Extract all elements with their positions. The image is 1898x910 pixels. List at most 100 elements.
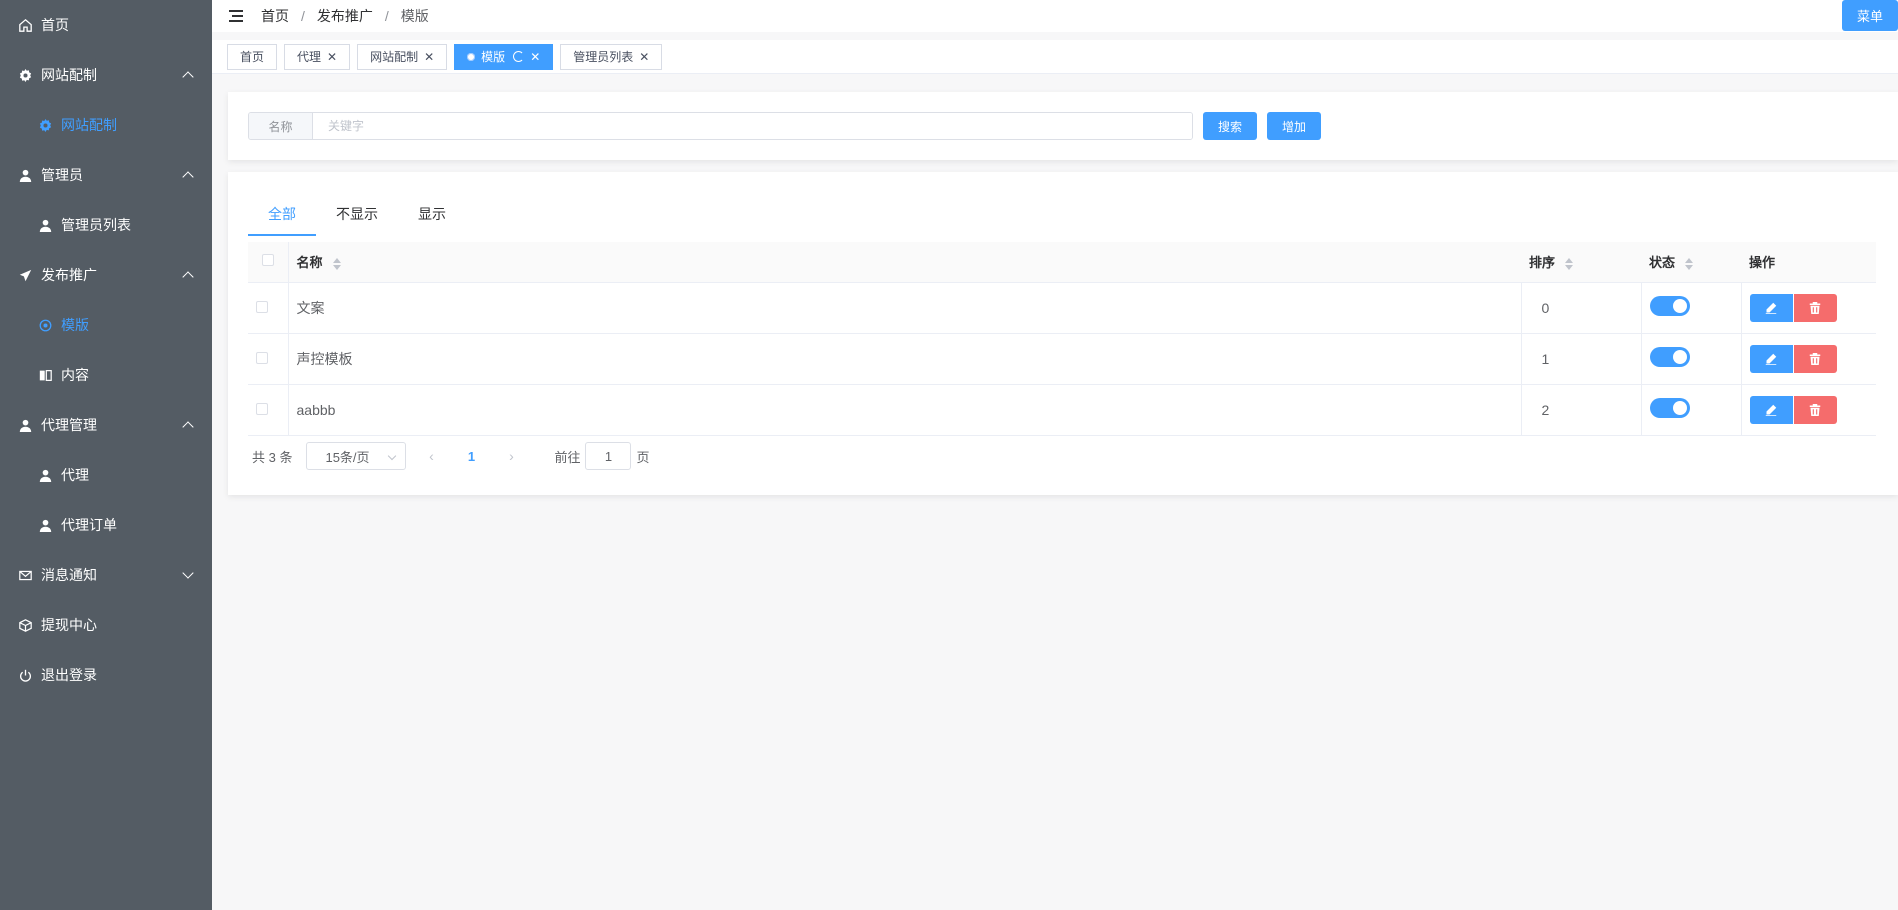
edit-button[interactable]	[1749, 344, 1793, 373]
row-checkbox[interactable]	[256, 351, 268, 364]
column-label: 名称	[296, 255, 323, 271]
breadcrumb-separator: /	[384, 8, 389, 24]
status-toggle[interactable]	[1649, 398, 1690, 418]
sidebar-item-label: 提现中心	[41, 617, 97, 633]
power-icon	[18, 668, 32, 682]
sort-icon[interactable]	[1565, 257, 1574, 270]
tag-admin-list[interactable]: 管理员列表 ✕	[560, 43, 663, 70]
prev-page-icon[interactable]: ‹	[416, 448, 446, 464]
edit-button[interactable]	[1749, 395, 1793, 424]
edit-button[interactable]	[1749, 293, 1793, 322]
sidebar-item-home[interactable]: 首页	[0, 0, 212, 50]
sidebar-group-promotion[interactable]: 发布推广	[0, 250, 212, 300]
hamburger-icon[interactable]	[229, 10, 243, 22]
refresh-icon[interactable]	[513, 51, 525, 62]
tag-home[interactable]: 首页	[227, 43, 278, 70]
tab-all[interactable]: 全部	[248, 194, 316, 236]
sidebar-item-agent[interactable]: 代理	[0, 450, 212, 500]
row-checkbox[interactable]	[256, 300, 268, 313]
chevron-up-icon	[182, 171, 194, 183]
page-size-select[interactable]: 15条/页	[306, 442, 407, 470]
sidebar-item-admin-list[interactable]: 管理员列表	[0, 200, 212, 250]
tag-template[interactable]: 模版 ✕	[454, 43, 554, 70]
pagination: 共 3 条 15条/页 ‹ 1 › 前往 页	[252, 442, 650, 470]
close-icon[interactable]: ✕	[639, 50, 649, 64]
table-panel: 全部 不显示 显示 名称 排序 状态 操作 文案 0 声控模板 1 aabbb …	[228, 172, 1898, 495]
sidebar-item-logout[interactable]: 退出登录	[0, 650, 212, 700]
tag-label: 网站配制	[370, 50, 419, 64]
goto-page-input[interactable]	[585, 442, 632, 470]
tab-visible[interactable]: 显示	[398, 194, 466, 234]
close-icon[interactable]: ✕	[424, 50, 434, 64]
breadcrumb-item-current: 模版	[400, 8, 429, 24]
column-header-status[interactable]: 状态	[1641, 242, 1741, 283]
mail-icon	[18, 568, 32, 582]
sort-icon[interactable]	[1685, 257, 1694, 270]
breadcrumb: 首页 / 发布推广 / 模版	[261, 6, 429, 26]
cell-sort: 0	[1521, 282, 1642, 334]
edit-icon	[1765, 302, 1777, 314]
cell-actions	[1741, 384, 1876, 436]
sort-icon[interactable]	[332, 257, 341, 270]
edit-icon	[1765, 404, 1777, 416]
sidebar-item-withdraw[interactable]: 提现中心	[0, 600, 212, 650]
total-count: 共 3 条	[252, 449, 293, 465]
page-suffix: 页	[636, 449, 650, 465]
gear-icon	[38, 118, 52, 132]
column-label: 排序	[1529, 255, 1556, 271]
breadcrumb-item[interactable]: 首页	[261, 6, 289, 26]
add-button[interactable]: 增加	[1267, 112, 1322, 140]
search-input[interactable]	[313, 113, 1192, 139]
sidebar-item-label: 管理员	[41, 167, 83, 183]
tag-site-config[interactable]: 网站配制 ✕	[357, 43, 448, 70]
sidebar-item-agent-orders[interactable]: 代理订单	[0, 500, 212, 550]
trash-icon	[1809, 352, 1821, 365]
sidebar-group-agent[interactable]: 代理管理	[0, 400, 212, 450]
close-icon[interactable]: ✕	[530, 50, 540, 64]
search-panel: 名称 搜索 增加	[228, 92, 1898, 160]
tag-label: 代理	[297, 50, 322, 64]
column-header-name[interactable]: 名称	[288, 242, 1521, 283]
cell-name: aabbb	[288, 384, 1522, 436]
chevron-up-icon	[182, 271, 194, 283]
page-number[interactable]: 1	[456, 449, 486, 464]
column-header-sort[interactable]: 排序	[1521, 242, 1641, 283]
next-page-icon[interactable]: ›	[496, 448, 526, 464]
cell-name: 文案	[288, 282, 1522, 334]
sidebar-group-site-config[interactable]: 网站配制	[0, 50, 212, 100]
close-icon[interactable]: ✕	[327, 50, 337, 64]
row-select-cell	[248, 384, 289, 436]
row-select-cell	[248, 282, 289, 334]
row-checkbox[interactable]	[256, 402, 268, 415]
tab-hidden[interactable]: 不显示	[316, 194, 398, 234]
select-all-checkbox[interactable]	[262, 254, 274, 267]
sidebar-item-template[interactable]: 模版	[0, 300, 212, 350]
data-table: 名称 排序 状态 操作 文案 0 声控模板 1 aabbb 2	[248, 242, 1876, 436]
sidebar-item-content[interactable]: 内容	[0, 350, 212, 400]
search-button[interactable]: 搜索	[1203, 112, 1258, 140]
delete-button[interactable]	[1793, 344, 1837, 373]
user-icon	[38, 468, 52, 482]
box-icon	[18, 618, 32, 632]
tag-agent[interactable]: 代理 ✕	[284, 43, 351, 70]
home-icon	[18, 18, 32, 32]
status-toggle[interactable]	[1649, 296, 1690, 316]
cell-status	[1641, 282, 1742, 334]
search-label: 名称	[249, 113, 313, 139]
sidebar-item-label: 发布推广	[41, 267, 97, 283]
delete-button[interactable]	[1793, 395, 1837, 424]
sidebar-item-label: 代理	[61, 467, 89, 483]
status-toggle[interactable]	[1649, 347, 1690, 367]
sidebar-item-site-config[interactable]: 网站配制	[0, 100, 212, 150]
cell-sort: 1	[1521, 333, 1642, 385]
table-row: 文案 0	[248, 282, 1876, 334]
delete-button[interactable]	[1793, 293, 1837, 322]
cell-name: 声控模板	[288, 333, 1522, 385]
edit-icon	[1765, 353, 1777, 365]
sidebar-group-notifications[interactable]: 消息通知	[0, 550, 212, 600]
sidebar-group-admin[interactable]: 管理员	[0, 150, 212, 200]
breadcrumb-item[interactable]: 发布推广	[317, 6, 373, 26]
chevron-up-icon	[182, 421, 194, 433]
menu-button[interactable]: 菜单	[1842, 0, 1898, 31]
cell-status	[1641, 333, 1742, 385]
